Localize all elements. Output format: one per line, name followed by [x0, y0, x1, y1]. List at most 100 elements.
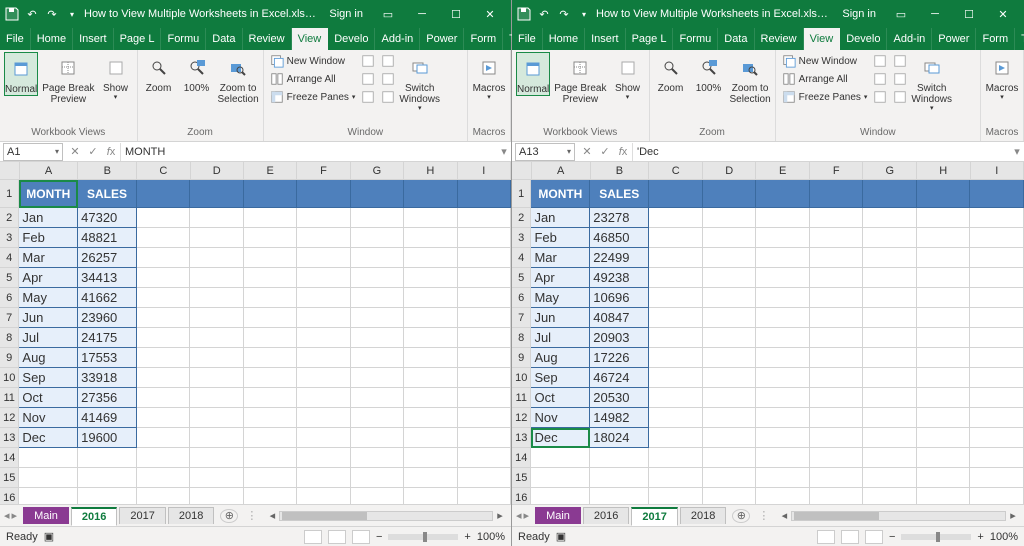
col-header-E[interactable]: E — [244, 162, 297, 179]
cell-G6[interactable] — [351, 288, 404, 308]
cell-D6[interactable] — [703, 288, 757, 308]
cell-F3[interactable] — [810, 228, 864, 248]
switch-windows-button[interactable]: Switch Windows▾ — [399, 52, 440, 113]
row-header-14[interactable]: 14 — [512, 448, 531, 468]
cell-E7[interactable] — [756, 308, 810, 328]
hide-button[interactable] — [359, 70, 377, 88]
horizontal-scrollbar[interactable]: ◂ ▸ — [265, 510, 507, 522]
col-header-H[interactable]: H — [404, 162, 457, 179]
page-layout-view-icon[interactable] — [841, 530, 859, 544]
col-header-A[interactable]: A — [20, 162, 79, 179]
col-header-I[interactable]: I — [971, 162, 1024, 179]
cell-F13[interactable] — [297, 428, 350, 448]
cell-F10[interactable] — [297, 368, 350, 388]
cell-G10[interactable] — [351, 368, 404, 388]
cell-B3[interactable]: 48821 — [78, 228, 137, 248]
cell-A3[interactable]: Feb — [531, 228, 590, 248]
cell-E15[interactable] — [244, 468, 297, 488]
zoom-out-icon[interactable]: − — [376, 531, 382, 543]
freeze-panes-button[interactable]: Freeze Panes ▾ — [268, 88, 358, 106]
cell-I6[interactable] — [970, 288, 1024, 308]
cell-E7[interactable] — [244, 308, 297, 328]
page-break-view-icon[interactable] — [352, 530, 370, 544]
cell-H12[interactable] — [917, 408, 971, 428]
sheet-nav-next-icon[interactable]: ▸ — [12, 509, 18, 522]
cell-A15[interactable] — [19, 468, 78, 488]
row-header-13[interactable]: 13 — [0, 428, 19, 448]
arrange-all-button[interactable]: Arrange All — [268, 70, 358, 88]
cell-C11[interactable] — [649, 388, 703, 408]
cell-D15[interactable] — [703, 468, 757, 488]
cell-B4[interactable]: 22499 — [590, 248, 649, 268]
cell-B10[interactable]: 33918 — [78, 368, 137, 388]
cell-I9[interactable] — [970, 348, 1024, 368]
cell-A4[interactable]: Mar — [531, 248, 590, 268]
cell-F15[interactable] — [297, 468, 350, 488]
cell-I2[interactable] — [458, 208, 511, 228]
cell-F7[interactable] — [810, 308, 864, 328]
cell-B15[interactable] — [78, 468, 137, 488]
cell-B11[interactable]: 27356 — [78, 388, 137, 408]
cell-A7[interactable]: Jun — [531, 308, 590, 328]
cell-H1[interactable] — [404, 180, 457, 208]
zoom-out-icon[interactable]: − — [889, 531, 895, 543]
cell-F5[interactable] — [297, 268, 350, 288]
cell-D4[interactable] — [703, 248, 757, 268]
cell-G3[interactable] — [863, 228, 917, 248]
cell-B2[interactable]: 47320 — [78, 208, 137, 228]
cell-D7[interactable] — [703, 308, 757, 328]
cell-I6[interactable] — [458, 288, 511, 308]
ribbon-tab-form[interactable]: Form — [976, 28, 1015, 50]
cell-D15[interactable] — [190, 468, 243, 488]
arrange-all-button[interactable]: Arrange All — [780, 70, 870, 88]
cell-E11[interactable] — [756, 388, 810, 408]
cell-A14[interactable] — [19, 448, 78, 468]
row-header-12[interactable]: 12 — [512, 408, 531, 428]
col-header-B[interactable]: B — [591, 162, 650, 179]
sheet-tab-2017[interactable]: 2017 — [119, 507, 165, 524]
sheet-nav-prev-icon[interactable]: ◂ — [516, 509, 522, 522]
normal-view-icon[interactable] — [304, 530, 322, 544]
name-box[interactable]: A1▾ — [3, 143, 63, 161]
cell-E1[interactable] — [756, 180, 810, 208]
add-sheet-button[interactable]: ⊕ — [732, 509, 750, 523]
col-header-C[interactable]: C — [137, 162, 190, 179]
zoom-button[interactable]: Zoom — [142, 52, 176, 94]
ribbon-tab-data[interactable]: Data — [718, 28, 754, 50]
ribbon-tab-file[interactable]: File — [512, 28, 543, 50]
cell-H13[interactable] — [917, 428, 971, 448]
cell-F6[interactable] — [297, 288, 350, 308]
cell-G5[interactable] — [351, 268, 404, 288]
chevron-down-icon[interactable]: ▾ — [567, 147, 571, 156]
cell-C12[interactable] — [649, 408, 703, 428]
zoom-to-selection-button[interactable]: Zoom to Selection — [218, 52, 259, 105]
cell-B13[interactable]: 19600 — [78, 428, 137, 448]
show-button[interactable]: Show▾ — [99, 52, 133, 102]
redo-icon[interactable]: ↷ — [556, 6, 572, 22]
cell-D11[interactable] — [703, 388, 757, 408]
close-button[interactable]: ✕ — [986, 0, 1020, 28]
cell-D9[interactable] — [703, 348, 757, 368]
row-header-5[interactable]: 5 — [0, 268, 19, 288]
cell-E14[interactable] — [244, 448, 297, 468]
normal-view-icon[interactable] — [817, 530, 835, 544]
cell-F2[interactable] — [810, 208, 864, 228]
cell-B1[interactable]: SALES — [590, 180, 649, 208]
cell-E3[interactable] — [244, 228, 297, 248]
cell-C4[interactable] — [649, 248, 703, 268]
cell-G4[interactable] — [351, 248, 404, 268]
cell-B6[interactable]: 10696 — [590, 288, 649, 308]
cell-I1[interactable] — [970, 180, 1024, 208]
cell-B8[interactable]: 24175 — [78, 328, 137, 348]
cell-A15[interactable] — [531, 468, 590, 488]
cell-F9[interactable] — [810, 348, 864, 368]
col-header-C[interactable]: C — [649, 162, 703, 179]
cell-I7[interactable] — [970, 308, 1024, 328]
cell-A16[interactable] — [19, 488, 78, 504]
sheet-tab-main[interactable]: Main — [23, 507, 69, 524]
formula-expand-icon[interactable]: ▾ — [1010, 145, 1024, 158]
row-header-1[interactable]: 1 — [512, 180, 531, 208]
cell-F8[interactable] — [297, 328, 350, 348]
cell-A7[interactable]: Jun — [19, 308, 78, 328]
cell-C16[interactable] — [649, 488, 703, 504]
